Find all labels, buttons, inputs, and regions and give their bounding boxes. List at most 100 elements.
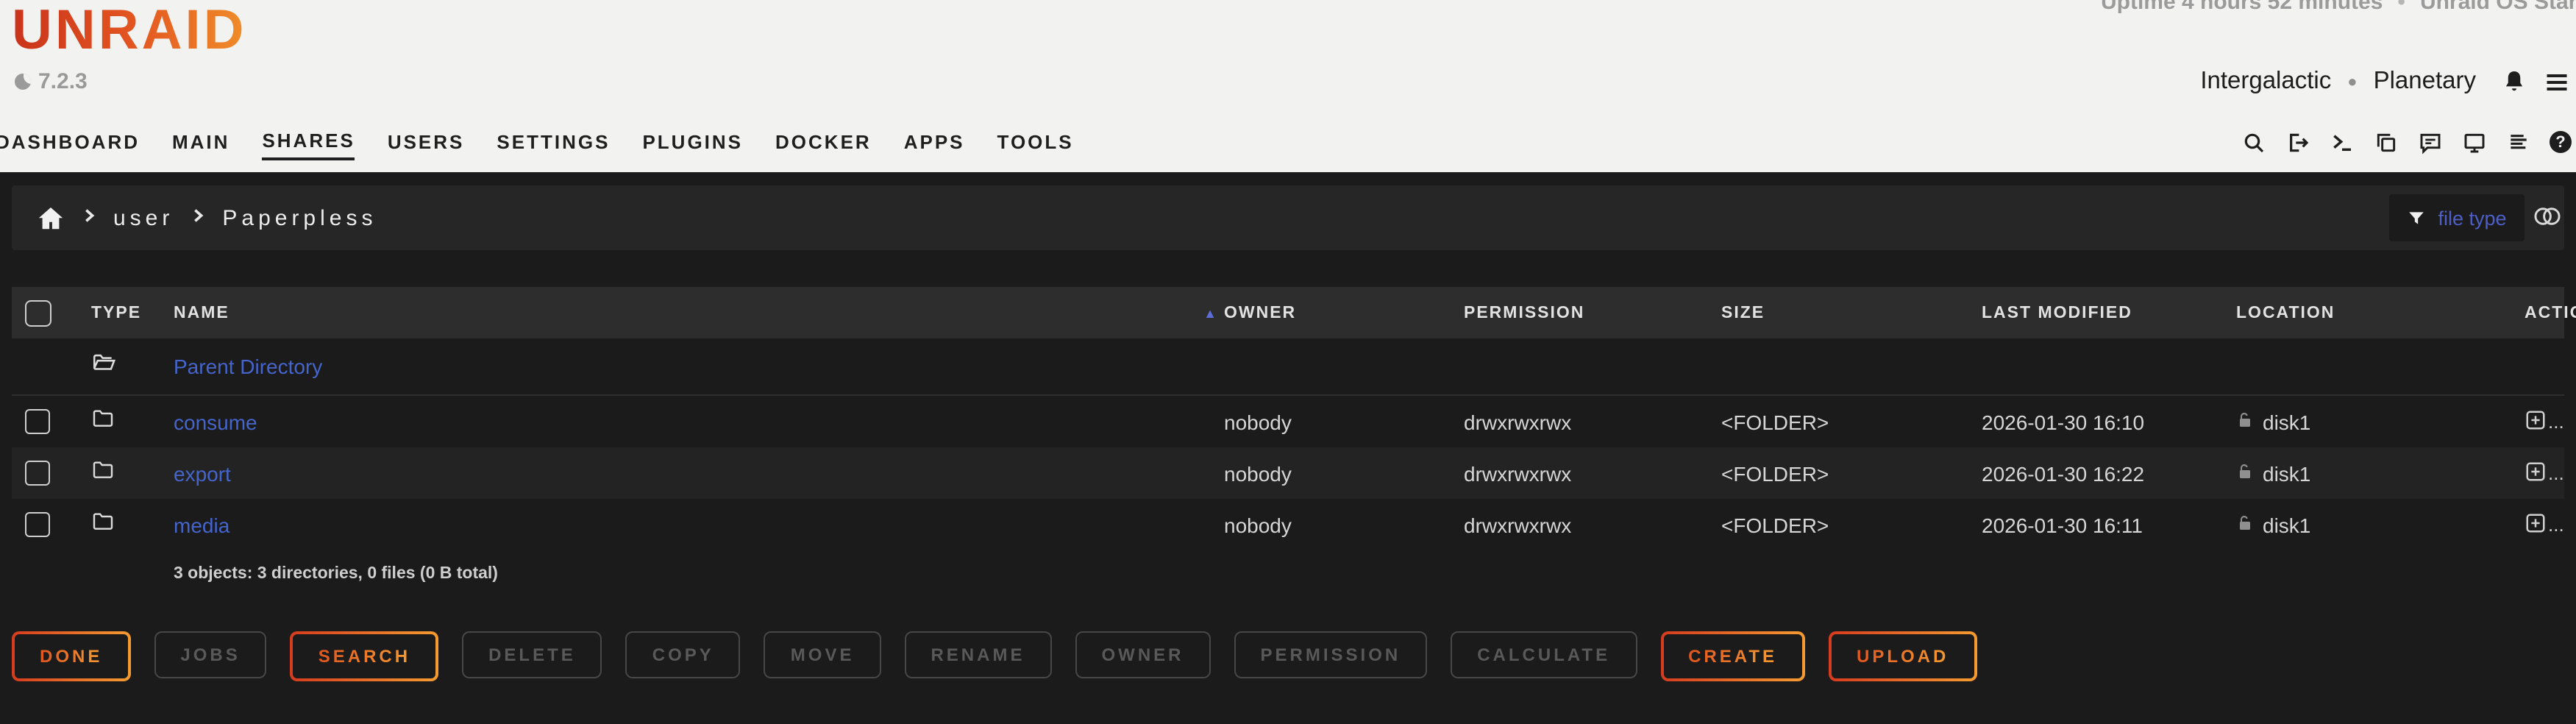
nav-apps[interactable]: APPS <box>904 131 965 159</box>
copy-button[interactable]: COPY <box>626 631 741 678</box>
nav-shares[interactable]: SHARES <box>262 129 355 160</box>
top-header: UNRAID 7.2.3 Uptime 4 hours 52 minutes•U… <box>0 0 2576 172</box>
add-action-icon[interactable] <box>2525 511 2548 538</box>
nav-plugins[interactable]: PLUGINS <box>642 131 743 159</box>
col-header-size[interactable]: SIZE <box>1721 304 1982 322</box>
col-header-permission[interactable]: PERMISSION <box>1464 304 1721 322</box>
chevron-right-icon <box>190 205 206 231</box>
table-row-export: export nobody drwxrwxrwx <FOLDER> 2026-0… <box>12 447 2564 499</box>
row-checkbox[interactable] <box>25 512 50 537</box>
terminal-icon[interactable] <box>2329 129 2354 155</box>
help-icon[interactable]: ? <box>2550 131 2572 153</box>
col-header-location[interactable]: LOCATION <box>2236 304 2525 322</box>
nav-dashboard[interactable]: DASHBOARD <box>0 131 140 159</box>
delete-button[interactable]: DELETE <box>462 631 602 678</box>
more-actions[interactable]: ... <box>2548 514 2564 536</box>
hamburger-menu-icon[interactable] <box>2544 68 2570 95</box>
lock-icon <box>2236 410 2254 433</box>
location-label: disk1 <box>2263 513 2310 536</box>
unraid-logo[interactable]: UNRAID <box>12 0 247 63</box>
more-actions[interactable]: ... <box>2548 462 2564 484</box>
owner-cell: nobody <box>1224 513 1464 536</box>
server-identity: Intergalactic ● Planetary <box>2200 68 2570 96</box>
log-icon[interactable] <box>2505 129 2530 155</box>
object-count-summary: 3 objects: 3 directories, 0 files (0 B t… <box>174 565 498 583</box>
sort-ascending-icon[interactable]: ▲ <box>1203 305 1218 320</box>
rename-button[interactable]: RENAME <box>904 631 1051 678</box>
table-row-media: media nobody drwxrwxrwx <FOLDER> 2026-01… <box>12 499 2564 550</box>
version-badge: 7.2.3 <box>15 69 88 94</box>
permission-button[interactable]: PERMISSION <box>1234 631 1428 678</box>
nav-docker[interactable]: DOCKER <box>775 131 872 159</box>
col-header-name[interactable]: NAME <box>174 304 230 322</box>
breadcrumb-share[interactable]: Paperpless <box>222 205 377 230</box>
header-toolbar: ? <box>2241 129 2572 155</box>
location-label: disk1 <box>2263 410 2310 433</box>
search-button[interactable]: SEARCH <box>291 631 438 681</box>
move-button[interactable]: MOVE <box>764 631 881 678</box>
nav-tools[interactable]: TOOLS <box>997 131 1074 159</box>
row-checkbox[interactable] <box>25 461 50 486</box>
server-description: Planetary <box>2374 68 2476 96</box>
breadcrumb-user[interactable]: user <box>113 205 174 230</box>
view-toggle-icon[interactable] <box>2533 206 2561 234</box>
license-text: Unraid OS Starte <box>2420 0 2576 15</box>
modified-cell: 2026-01-30 16:11 <box>1982 513 2236 536</box>
home-icon[interactable] <box>37 204 65 232</box>
calculate-button[interactable]: CALCULATE <box>1451 631 1637 678</box>
add-action-icon[interactable] <box>2525 408 2548 435</box>
location-cell: disk1 <box>2236 461 2525 485</box>
filter-label: file type <box>2438 207 2506 229</box>
col-header-modified[interactable]: LAST MODIFIED <box>1982 304 2236 322</box>
location-cell: disk1 <box>2236 410 2525 433</box>
size-cell: <FOLDER> <box>1721 410 1982 433</box>
more-actions[interactable]: ... <box>2548 411 2564 433</box>
owner-button[interactable]: OWNER <box>1075 631 1211 678</box>
feedback-icon[interactable] <box>2417 129 2442 155</box>
upload-button[interactable]: UPLOAD <box>1829 631 1977 681</box>
lock-icon <box>2236 461 2254 485</box>
folder-link[interactable]: media <box>174 513 230 536</box>
unraid-shares-page: UNRAID 7.2.3 Uptime 4 hours 52 minutes•U… <box>0 0 2576 724</box>
dot-separator: • <box>2397 0 2405 15</box>
folder-link[interactable]: consume <box>174 410 257 433</box>
permission-cell: drwxrwxrwx <box>1464 461 1721 485</box>
nav-users[interactable]: USERS <box>388 131 465 159</box>
nav-settings[interactable]: SETTINGS <box>497 131 610 159</box>
server-name: Intergalactic <box>2200 68 2331 96</box>
row-actions[interactable]: ... <box>2525 511 2570 538</box>
display-icon[interactable] <box>2461 129 2486 155</box>
breadcrumb-bar: user Paperpless file type <box>12 185 2564 250</box>
dot-separator: ● <box>2347 73 2357 90</box>
file-type-filter[interactable]: file type <box>2389 194 2525 241</box>
server-status-line: Uptime 4 hours 52 minutes•Unraid OS Star… <box>2101 0 2576 15</box>
folder-icon <box>91 509 115 540</box>
size-cell: <FOLDER> <box>1721 513 1982 536</box>
owner-cell: nobody <box>1224 461 1464 485</box>
modified-cell: 2026-01-30 16:10 <box>1982 410 2236 433</box>
logout-icon[interactable] <box>2285 129 2310 155</box>
table-header-row: TYPE NAME ▲ OWNER PERMISSION SIZE LAST M… <box>12 287 2564 338</box>
folder-link[interactable]: export <box>174 461 231 485</box>
add-action-icon[interactable] <box>2525 460 2548 486</box>
row-actions[interactable]: ... <box>2525 460 2570 486</box>
table-row-consume: consume nobody drwxrwxrwx <FOLDER> 2026-… <box>12 396 2564 447</box>
bell-icon[interactable] <box>2501 68 2527 95</box>
row-checkbox[interactable] <box>25 409 50 434</box>
permission-cell: drwxrwxrwx <box>1464 513 1721 536</box>
parent-directory-link[interactable]: Parent Directory <box>174 355 322 378</box>
col-header-type[interactable]: TYPE <box>78 304 174 322</box>
copy-icon[interactable] <box>2373 129 2398 155</box>
col-header-owner[interactable]: OWNER <box>1224 304 1464 322</box>
select-all-checkbox[interactable] <box>25 299 51 326</box>
file-table: TYPE NAME ▲ OWNER PERMISSION SIZE LAST M… <box>12 287 2564 550</box>
create-button[interactable]: CREATE <box>1660 631 1805 681</box>
search-icon[interactable] <box>2241 129 2266 155</box>
nav-main[interactable]: MAIN <box>172 131 230 159</box>
done-button[interactable]: DONE <box>12 631 130 681</box>
folder-icon <box>91 458 115 489</box>
jobs-button[interactable]: JOBS <box>154 631 266 678</box>
footer-button-bar: DONE JOBS SEARCH DELETE COPY MOVE RENAME… <box>12 631 1977 681</box>
funnel-icon <box>2407 208 2426 227</box>
row-actions[interactable]: ... <box>2525 408 2570 435</box>
